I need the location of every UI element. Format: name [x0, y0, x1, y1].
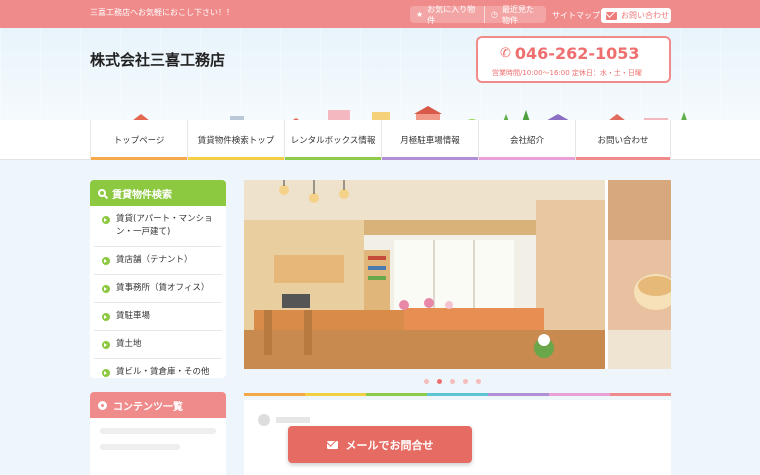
nav-contact[interactable]: お問い合わせ: [575, 120, 671, 160]
global-nav: トップページ 賃貸物件検索トップ レンタルボックス情報 月極駐車場情報 会社紹介…: [0, 120, 760, 160]
arrow-circle-icon: [102, 216, 110, 224]
slide-divider: [605, 180, 608, 369]
nav-underline: [188, 157, 284, 160]
nav-label: 月極駐車場情報: [400, 136, 460, 146]
contents-placeholder-line: [100, 444, 180, 450]
mail-icon: [326, 440, 338, 449]
nav-label: 賃貸物件検索トップ: [197, 136, 275, 146]
mail-contact-button[interactable]: メールでお問合せ: [288, 426, 472, 463]
sidebar-item-label: 賃貸(アパート・マンション・一戸建て): [116, 214, 213, 237]
clock-icon: ◷: [491, 10, 498, 19]
sidebar-item-label: 賃土地: [116, 339, 142, 349]
contents-header: コンテンツ一覧: [90, 392, 226, 418]
nav-label: トップページ: [113, 136, 165, 146]
nav-company[interactable]: 会社紹介: [478, 120, 575, 160]
slider-dot[interactable]: [463, 379, 468, 384]
rainbow-divider: [244, 393, 671, 396]
nav-label: 会社紹介: [509, 136, 544, 146]
slider-dot-active[interactable]: [437, 379, 442, 384]
nav-underline: [479, 157, 575, 160]
phone-box: ✆ 046-262-1053 営業時間/10:00〜16:00 定休日：水・土・…: [476, 36, 671, 83]
hero-slider[interactable]: [244, 180, 671, 369]
sidebar-item-residential[interactable]: 賃貸(アパート・マンション・一戸建て): [94, 206, 222, 247]
top-bar: 三喜工務店へお気軽におこし下さい！！ ★ お気に入り物件 ◷ 最近見た物件 サイ…: [0, 0, 760, 28]
nav-rental-search[interactable]: 賃貸物件検索トップ: [187, 120, 284, 160]
contents-placeholder-line: [100, 428, 216, 434]
news-title-placeholder: [276, 417, 310, 423]
sidebar-item-label: 賃ビル・賃倉庫・その他: [116, 367, 210, 377]
header: 株式会社三喜工務店 ✆ 046-262-1053 営業時間/10:00〜16:0…: [0, 28, 760, 148]
sidebar-item-building[interactable]: 賃ビル・賃倉庫・その他: [94, 359, 222, 386]
phone-icon: ✆: [500, 46, 511, 61]
nav-top-page[interactable]: トップページ: [90, 120, 187, 160]
phone-number-text: 046-262-1053: [514, 44, 640, 63]
news-icon: [258, 414, 270, 426]
slider-dots: [424, 379, 481, 384]
arrow-circle-icon: [102, 313, 110, 321]
sidebar-item-label: 賃駐車場: [116, 311, 151, 321]
nav-monthly-parking[interactable]: 月極駐車場情報: [381, 120, 478, 160]
sidebar-item-store[interactable]: 賃店舗（テナント）: [94, 247, 222, 275]
sitemap-link[interactable]: サイトマップ: [552, 10, 600, 21]
nav-underline: [576, 157, 670, 160]
contact-top-label: お問い合わせ: [621, 11, 669, 20]
mail-contact-label: メールでお問合せ: [345, 438, 434, 452]
search-icon: [98, 189, 106, 197]
arrow-circle-icon: [102, 285, 110, 293]
arrow-circle-icon: [102, 257, 110, 265]
nav-underline: [91, 157, 187, 160]
nav-label: レンタルボックス情報: [290, 136, 376, 146]
nav-underline: [285, 157, 381, 160]
greeting-text: 三喜工務店へお気軽におこし下さい！！: [90, 8, 234, 17]
mail-icon: [606, 11, 617, 20]
recent-label: 最近見た物件: [501, 4, 534, 25]
favorites-label: お気に入り物件: [427, 4, 476, 25]
sidebar-item-office[interactable]: 賃事務所（賃オフィス）: [94, 275, 222, 303]
sidebar-item-parking[interactable]: 賃駐車場: [94, 303, 222, 331]
company-name[interactable]: 株式会社三喜工務店: [90, 49, 225, 70]
slider-dot[interactable]: [450, 379, 455, 384]
circle-icon: [98, 400, 107, 410]
nav-rental-box[interactable]: レンタルボックス情報: [284, 120, 381, 160]
arrow-circle-icon: [102, 341, 110, 349]
slider-dot[interactable]: [476, 379, 481, 384]
nav-label: お問い合わせ: [597, 136, 649, 146]
favorites-link[interactable]: ★ お気に入り物件: [410, 4, 484, 25]
sidebar-search-box: 賃貸物件検索 賃貸(アパート・マンション・一戸建て) 賃店舗（テナント） 賃事務…: [90, 180, 226, 378]
business-hours: 営業時間/10:00〜16:00 定休日：水・土・日曜: [492, 69, 642, 77]
arrow-circle-icon: [102, 369, 110, 377]
sidebar-item-label: 賃店舗（テナント）: [116, 255, 193, 265]
nav-underline: [382, 157, 478, 160]
sidebar-title: 賃貸物件検索: [112, 189, 172, 201]
contents-title: コンテンツ一覧: [113, 401, 183, 413]
star-icon: ★: [416, 10, 424, 19]
contents-box: コンテンツ一覧: [90, 392, 226, 475]
recent-link[interactable]: ◷ 最近見た物件: [484, 4, 546, 25]
slider-dot[interactable]: [424, 379, 429, 384]
contact-top-button[interactable]: お問い合わせ: [601, 8, 671, 23]
sidebar-item-label: 賃事務所（賃オフィス）: [116, 283, 210, 293]
phone-number[interactable]: ✆ 046-262-1053: [500, 44, 640, 63]
sidebar-item-land[interactable]: 賃土地: [94, 331, 222, 359]
sidebar-header: 賃貸物件検索: [90, 180, 226, 206]
